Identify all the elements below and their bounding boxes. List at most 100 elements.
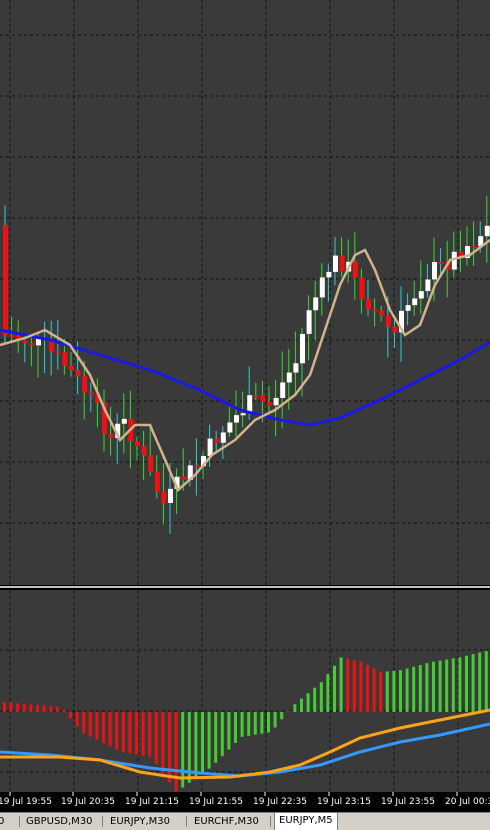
- time-axis-label: 20 Jul 00:35: [445, 797, 490, 807]
- candle-body: [161, 491, 167, 503]
- histogram-bar: [75, 712, 79, 727]
- histogram-bar: [201, 712, 204, 774]
- histogram-bar: [247, 712, 251, 736]
- histogram-bar: [260, 712, 264, 734]
- histogram-bar: [148, 712, 152, 757]
- histogram-bar: [22, 703, 26, 712]
- histogram-bar: [300, 698, 303, 712]
- histogram-bar: [207, 712, 211, 769]
- candle-body: [168, 488, 173, 503]
- histogram-bar: [458, 657, 462, 712]
- histogram-bar: [29, 704, 33, 712]
- tab-gbpusd-m30[interactable]: GBPUSD,M30: [22, 814, 97, 829]
- histogram-bar: [333, 665, 336, 712]
- candle-body: [339, 255, 345, 272]
- histogram-bar: [306, 693, 310, 712]
- histogram-bar: [141, 712, 145, 756]
- histogram-bar: [418, 664, 422, 712]
- histogram-bar: [82, 712, 86, 734]
- histogram-bar: [478, 652, 482, 712]
- histogram-bar: [121, 712, 125, 753]
- candle-body: [280, 382, 286, 398]
- tab-separator: [270, 816, 271, 827]
- histogram-bar: [366, 665, 369, 712]
- candle-body: [181, 476, 187, 481]
- candle-body: [220, 432, 226, 443]
- histogram-bar: [16, 703, 20, 712]
- candle-body: [293, 363, 299, 373]
- candle-body: [75, 370, 81, 377]
- histogram-bar: [412, 666, 416, 712]
- histogram-bar: [174, 712, 178, 792]
- tab-eurchf-m30[interactable]: EURCHF,M30: [190, 814, 263, 829]
- price-pane[interactable]: [0, 0, 490, 585]
- candle-body: [154, 471, 160, 492]
- histogram-bar: [346, 658, 350, 712]
- tab-eurjpy-m5[interactable]: EURJPY,M5: [274, 813, 338, 830]
- histogram-bar: [267, 712, 270, 733]
- histogram-bar: [49, 706, 53, 712]
- tab-separator: [102, 816, 103, 827]
- histogram-bar: [484, 651, 488, 712]
- candle-body: [392, 326, 398, 333]
- histogram-bar: [227, 712, 231, 750]
- chart-canvas[interactable]: 19 Jul 19:55 19 Jul 20:35 19 Jul 21:15 19 J…: [0, 0, 490, 812]
- chart-tab-bar: 0 GBPUSD,M30 EURJPY,M30 EURCHF,M30 EURJP…: [0, 812, 490, 830]
- histogram-bar: [352, 660, 356, 712]
- histogram-bar: [9, 702, 13, 712]
- histogram-bar: [293, 704, 297, 712]
- time-axis-label: 19 Jul 23:55: [381, 797, 435, 807]
- histogram-bar: [3, 702, 6, 712]
- time-axis-label: 19 Jul 23:15: [317, 797, 371, 807]
- histogram-bar: [425, 663, 429, 712]
- candle-body: [88, 392, 94, 395]
- candle-body: [313, 297, 319, 311]
- candle-body: [359, 277, 365, 300]
- histogram-bar: [95, 712, 99, 740]
- candle-body: [141, 445, 147, 456]
- histogram-bar: [181, 712, 185, 788]
- tab-separator: [19, 816, 20, 827]
- histogram-bar: [379, 671, 383, 712]
- tab-partial[interactable]: 0: [0, 814, 8, 829]
- candle-body: [22, 340, 28, 344]
- histogram-bar: [319, 682, 323, 712]
- histogram-bar: [432, 661, 435, 712]
- candle-body: [253, 395, 259, 398]
- candle-body: [240, 413, 246, 416]
- tab-eurjpy-m30[interactable]: EURJPY,M30: [106, 814, 174, 829]
- histogram-bar: [194, 712, 198, 779]
- candle-body: [366, 299, 371, 310]
- histogram-bar: [128, 712, 132, 754]
- histogram-bar: [405, 668, 409, 712]
- time-axis-label: 19 Jul 21:55: [189, 797, 243, 807]
- chart-window[interactable]: 19 Jul 19:55 19 Jul 20:35 19 Jul 21:15 19 J…: [0, 0, 490, 812]
- histogram-bar: [154, 712, 158, 764]
- candle-body: [214, 438, 220, 443]
- candle-body: [385, 315, 391, 327]
- histogram-bar: [108, 712, 112, 747]
- histogram-bar: [55, 706, 59, 712]
- histogram-bar: [240, 712, 244, 737]
- histogram-bar: [313, 687, 317, 712]
- histogram-bar: [115, 712, 119, 750]
- candle-body: [306, 310, 312, 334]
- histogram-bar: [69, 712, 72, 719]
- histogram-bar: [42, 705, 46, 712]
- histogram-bar: [438, 660, 442, 712]
- candle-body: [432, 261, 437, 280]
- histogram-bar: [214, 712, 218, 763]
- histogram-bar: [36, 705, 39, 712]
- candle-body: [372, 309, 378, 312]
- histogram-bar: [280, 712, 284, 720]
- histogram-bar: [168, 712, 171, 783]
- histogram-bar: [465, 655, 468, 712]
- histogram-bar: [471, 654, 475, 712]
- candle-body: [69, 366, 74, 371]
- time-axis-label: 19 Jul 22:35: [253, 797, 307, 807]
- candle-body: [148, 455, 154, 472]
- candle-body: [194, 465, 200, 468]
- candle-body: [471, 246, 477, 249]
- candle-body: [286, 372, 292, 383]
- time-axis-label: 19 Jul 19:55: [0, 797, 52, 807]
